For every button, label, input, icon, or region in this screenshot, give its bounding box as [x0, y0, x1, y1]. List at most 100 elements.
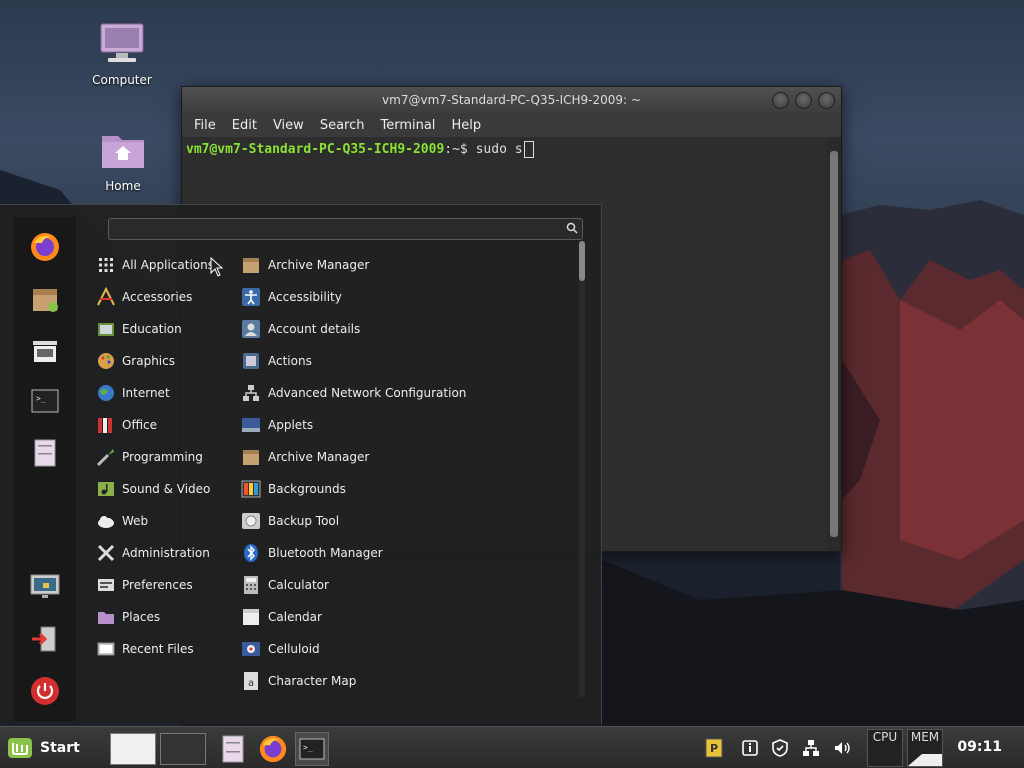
fav-files[interactable]	[29, 437, 61, 469]
scrollbar-thumb[interactable]	[830, 151, 838, 537]
search-input[interactable]	[108, 218, 583, 240]
category-places[interactable]: Places	[96, 605, 160, 629]
start-menu: >_ All Applications Accessories Educatio…	[0, 204, 602, 724]
app-advanced-network-configuration[interactable]: Advanced Network Configuration	[241, 381, 466, 405]
category-web[interactable]: Web	[96, 509, 148, 533]
maximize-button[interactable]	[795, 92, 812, 109]
category-accessories[interactable]: Accessories	[96, 285, 192, 309]
fav-system-settings[interactable]	[29, 335, 61, 367]
tray-volume[interactable]	[831, 737, 853, 759]
menu-file[interactable]: File	[186, 118, 224, 133]
menu-help[interactable]: Help	[443, 118, 489, 133]
category-internet[interactable]: Internet	[96, 381, 170, 405]
tray-network[interactable]	[800, 737, 822, 759]
category-label: All Applications	[122, 258, 214, 272]
app-label: Celluloid	[268, 642, 320, 656]
prompt-command: :~$ sudo s	[444, 142, 523, 157]
terminal-titlebar[interactable]: vm7@vm7-Standard-PC-Q35-ICH9-2009: ~	[182, 87, 841, 113]
menu-view[interactable]: View	[265, 118, 312, 133]
workspace-2[interactable]	[160, 733, 206, 765]
fav-lock-screen[interactable]	[29, 571, 61, 603]
category-label: Places	[122, 610, 161, 624]
category-administration[interactable]: Administration	[96, 541, 210, 565]
category-programming[interactable]: Programming	[96, 445, 203, 469]
app-celluloid[interactable]: Celluloid	[241, 637, 320, 661]
app-applets[interactable]: Applets	[241, 413, 313, 437]
taskbar-terminal[interactable]: >_	[295, 732, 329, 766]
lock-screen-icon	[30, 574, 60, 598]
app-actions[interactable]: Actions	[241, 349, 312, 373]
category-label: Sound & Video	[122, 482, 211, 496]
app-archive-manager[interactable]: Archive Manager	[241, 253, 369, 277]
app-label: Calendar	[268, 610, 322, 624]
tray-package[interactable]: P	[703, 737, 725, 759]
taskbar-firefox[interactable]	[256, 732, 290, 766]
scrollbar-thumb[interactable]	[579, 241, 585, 281]
fav-firefox[interactable]	[29, 231, 61, 263]
cpu-label: CPU	[872, 730, 898, 744]
app-backgrounds[interactable]: Backgrounds	[241, 477, 346, 501]
menu-edit[interactable]: Edit	[224, 118, 265, 133]
desktop-icon-computer[interactable]: Computer	[77, 22, 167, 87]
workspace-1[interactable]	[110, 733, 156, 765]
cloud-icon	[96, 511, 116, 531]
app-bluetooth-manager[interactable]: Bluetooth Manager	[241, 541, 383, 565]
taskbar-files[interactable]	[216, 732, 250, 766]
menu-scrollbar[interactable]	[579, 241, 585, 697]
calendar-icon	[241, 607, 261, 627]
category-sound-video[interactable]: Sound & Video	[96, 477, 210, 501]
calculator-icon	[241, 575, 261, 595]
category-graphics[interactable]: Graphics	[96, 349, 175, 373]
category-label: Internet	[122, 386, 170, 400]
category-office[interactable]: Office	[96, 413, 157, 437]
start-button[interactable]: Start	[6, 735, 80, 761]
fav-software-manager[interactable]	[29, 283, 61, 315]
minimize-button[interactable]	[772, 92, 789, 109]
close-button[interactable]	[818, 92, 835, 109]
desktop-icon-home[interactable]: Home	[78, 128, 168, 193]
fav-logout[interactable]	[29, 623, 61, 655]
education-icon	[96, 319, 116, 339]
favorites-bar: >_	[14, 217, 76, 721]
mem-monitor[interactable]: MEM	[907, 729, 943, 767]
terminal-scrollbar[interactable]	[827, 137, 841, 551]
app-calculator[interactable]: Calculator	[241, 573, 329, 597]
bluetooth-icon	[241, 543, 261, 563]
start-label: Start	[40, 740, 80, 756]
app-backup-tool[interactable]: Backup Tool	[241, 509, 339, 533]
app-account-details[interactable]: Account details	[241, 317, 360, 341]
app-accessibility[interactable]: Accessibility	[241, 285, 342, 309]
archive-icon	[241, 447, 261, 467]
cpu-monitor[interactable]: CPU	[867, 729, 903, 767]
category-preferences[interactable]: Preferences	[96, 573, 193, 597]
app-archive-manager-2[interactable]: Archive Manager	[241, 445, 369, 469]
menu-terminal[interactable]: Terminal	[372, 118, 443, 133]
fav-shutdown[interactable]	[29, 675, 61, 707]
clock[interactable]: 09:11	[957, 739, 1002, 755]
network-icon	[241, 383, 261, 403]
prompt-user: vm7@vm7-Standard-PC-Q35-ICH9-2009	[186, 142, 445, 157]
search-icon[interactable]	[566, 222, 578, 234]
app-label: Archive Manager	[268, 450, 370, 464]
file-cabinet-icon	[222, 735, 244, 763]
firefox-icon	[31, 233, 59, 261]
recent-icon	[96, 639, 116, 659]
mouse-pointer-icon	[210, 257, 224, 277]
desktop-icon-label: Home	[105, 179, 141, 193]
category-label: Office	[122, 418, 158, 432]
category-all-applications[interactable]: All Applications	[96, 253, 214, 277]
fav-terminal[interactable]: >_	[29, 385, 61, 417]
tray-updates[interactable]	[739, 737, 761, 759]
menu-search[interactable]: Search	[312, 118, 373, 133]
tray-shield[interactable]	[769, 737, 791, 759]
celluloid-icon	[241, 639, 261, 659]
power-icon	[31, 677, 59, 705]
category-recent-files[interactable]: Recent Files	[96, 637, 194, 661]
desktop-icon-label: Computer	[92, 73, 152, 87]
app-calendar[interactable]: Calendar	[241, 605, 322, 629]
settings-drawer-icon	[33, 341, 57, 362]
file-cabinet-icon	[34, 439, 56, 467]
category-education[interactable]: Education	[96, 317, 182, 341]
archive-icon	[241, 255, 261, 275]
app-character-map[interactable]: a Character Map	[241, 669, 356, 693]
